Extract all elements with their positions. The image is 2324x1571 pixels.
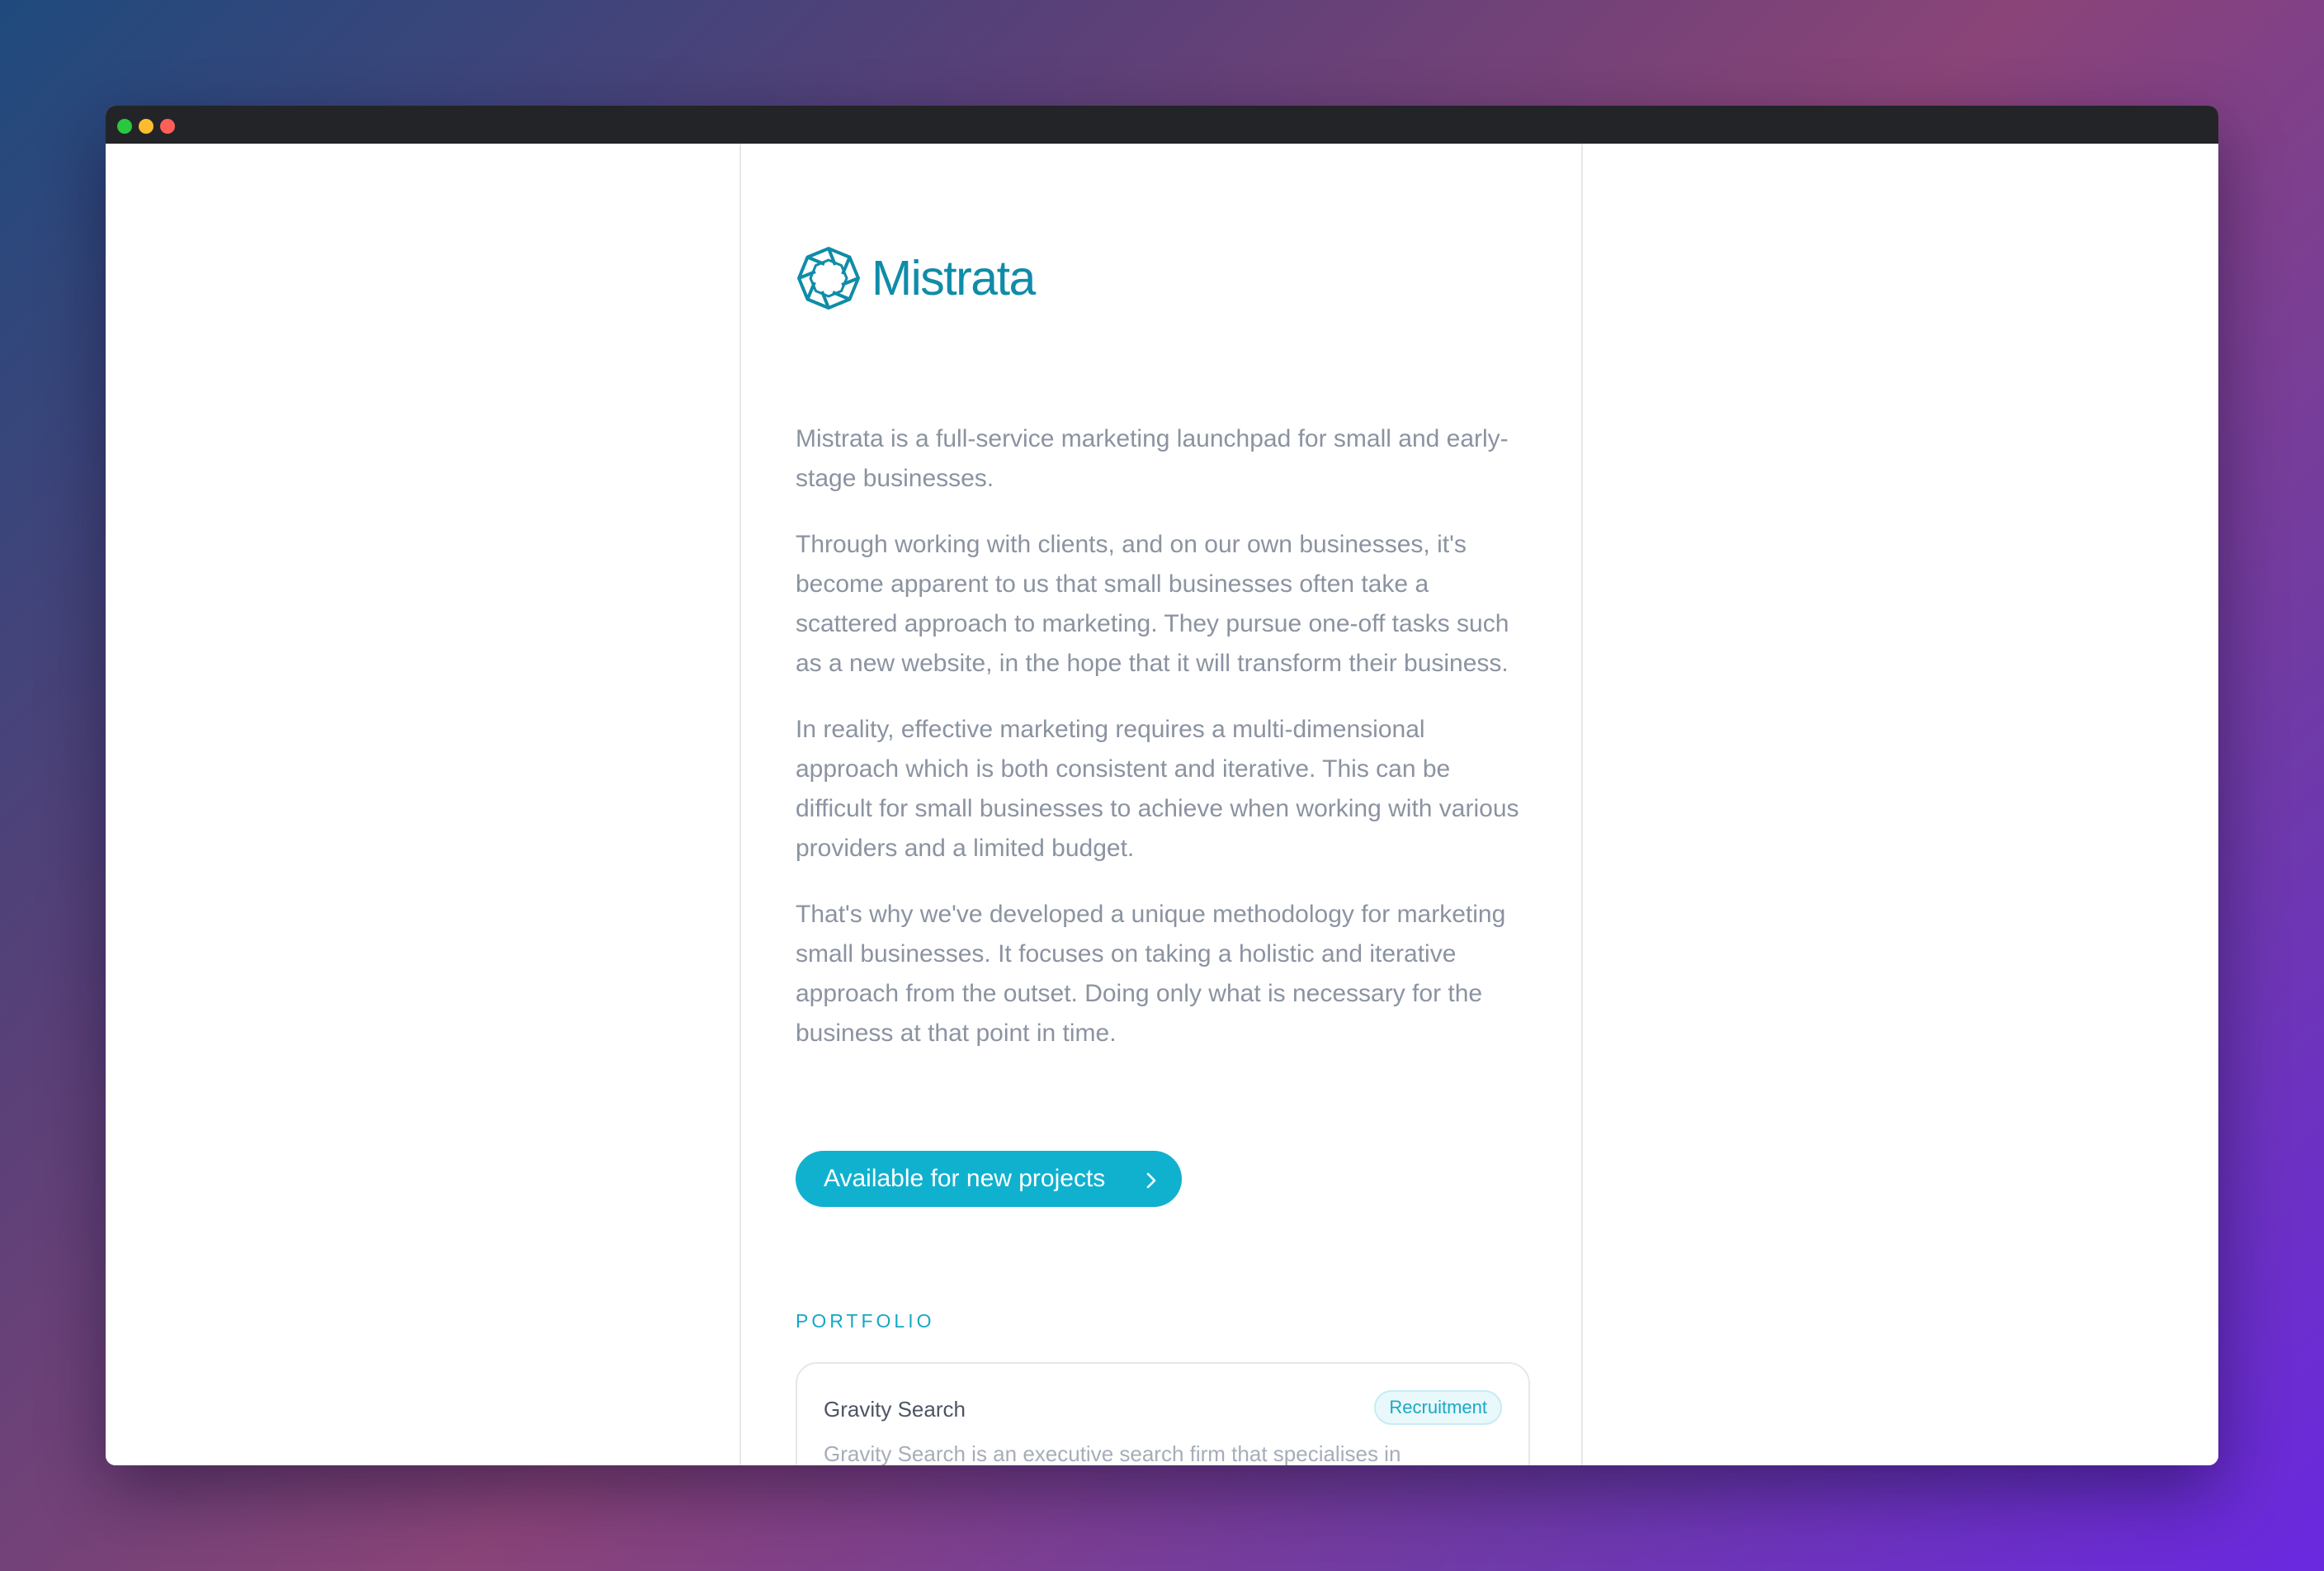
- available-for-projects-button[interactable]: Available for new projects: [796, 1151, 1182, 1207]
- window-minimize-button[interactable]: [139, 119, 154, 134]
- cta-label: Available for new projects: [824, 1165, 1106, 1192]
- intro-paragraph: Mistrata is a full-service marketing lau…: [796, 425, 1509, 492]
- portfolio-heading: PORTFOLIO: [796, 1310, 935, 1332]
- window-maximize-button[interactable]: [117, 119, 132, 134]
- octagon-knot-logo-icon: [796, 245, 862, 311]
- window-titlebar: [106, 106, 2218, 144]
- chevron-right-icon: [1141, 1169, 1160, 1189]
- portfolio-card[interactable]: Gravity Search Recruitment Gravity Searc…: [796, 1362, 1530, 1465]
- browser-window: Mistrata Mistrata is a full-service mark…: [106, 106, 2218, 1465]
- intro-paragraph: In reality, effective marketing requires…: [796, 716, 1519, 862]
- category-badge: Recruitment: [1374, 1390, 1502, 1425]
- portfolio-card-title: Gravity Search: [824, 1397, 966, 1422]
- window-close-button[interactable]: [160, 119, 175, 134]
- intro-text: Mistrata is a full-service marketing lau…: [796, 419, 1530, 1080]
- brand-logo[interactable]: Mistrata: [796, 244, 1036, 312]
- content-column: Mistrata Mistrata is a full-service mark…: [739, 144, 1583, 1465]
- intro-paragraph: That's why we've developed a unique meth…: [796, 901, 1506, 1047]
- intro-paragraph: Through working with clients, and on our…: [796, 531, 1509, 677]
- page-viewport: Mistrata Mistrata is a full-service mark…: [106, 144, 2218, 1465]
- portfolio-card-description: Gravity Search is an executive search fi…: [824, 1441, 1401, 1465]
- brand-name: Mistrata: [872, 250, 1036, 305]
